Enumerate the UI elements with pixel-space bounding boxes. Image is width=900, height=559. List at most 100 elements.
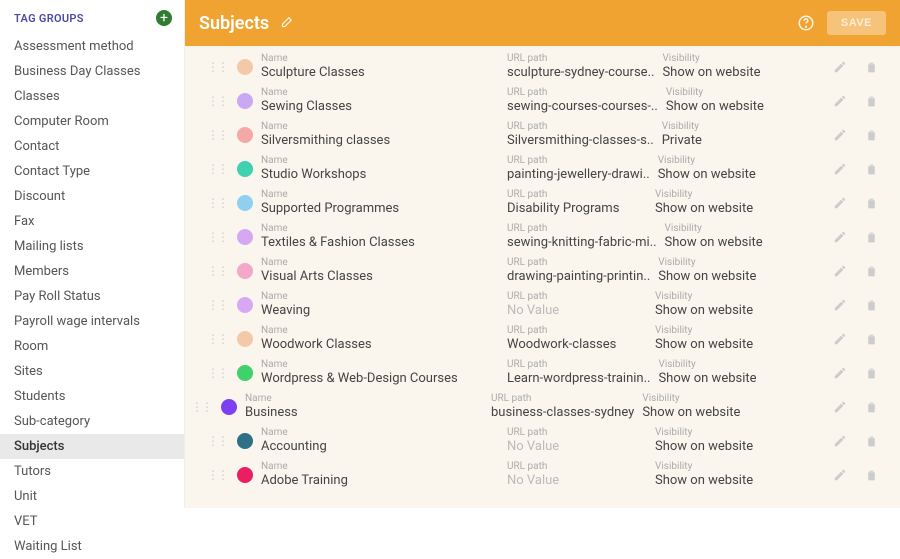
name-field[interactable]: NameSculpture Classes xyxy=(261,53,499,81)
name-field[interactable]: NameAccounting xyxy=(261,427,499,455)
drag-handle-icon[interactable] xyxy=(205,196,229,210)
delete-row-icon[interactable] xyxy=(865,196,878,210)
delete-row-icon[interactable] xyxy=(865,366,878,380)
visibility-field[interactable]: VisibilityShow on website xyxy=(658,359,778,387)
help-icon[interactable] xyxy=(797,14,815,32)
name-field[interactable]: NameWordpress & Web-Design Courses xyxy=(261,359,499,387)
sidebar-item[interactable]: Contact Type xyxy=(0,159,184,184)
delete-row-icon[interactable] xyxy=(865,434,878,448)
edit-row-icon[interactable] xyxy=(833,332,847,346)
visibility-field[interactable]: VisibilityShow on website xyxy=(655,325,775,353)
name-field[interactable]: NameAdobe Training xyxy=(261,461,499,489)
visibility-field[interactable]: VisibilityShow on website xyxy=(662,53,782,81)
drag-handle-icon[interactable] xyxy=(205,264,229,278)
sidebar-item[interactable]: Mailing lists xyxy=(0,234,184,259)
sidebar-item[interactable]: Discount xyxy=(0,184,184,209)
url-field[interactable]: URL pathsewing-knitting-fabric-mi.. xyxy=(507,223,657,251)
visibility-field[interactable]: VisibilityShow on website xyxy=(655,291,775,319)
drag-handle-icon[interactable] xyxy=(205,468,229,482)
edit-row-icon[interactable] xyxy=(833,128,847,142)
sidebar-item[interactable]: Business Day Classes xyxy=(0,59,184,84)
url-field[interactable]: URL pathsculpture-sydney-course.. xyxy=(507,53,654,81)
name-field[interactable]: NameSewing Classes xyxy=(261,87,499,115)
visibility-field[interactable]: VisibilityShow on website xyxy=(642,393,762,421)
sidebar-item[interactable]: Waiting List xyxy=(0,534,184,559)
name-field[interactable]: NameBusiness xyxy=(245,393,483,421)
visibility-field[interactable]: VisibilityShow on website xyxy=(655,461,775,489)
drag-handle-icon[interactable] xyxy=(189,400,213,414)
url-field[interactable]: URL pathbusiness-classes-sydney xyxy=(491,393,634,421)
url-field[interactable]: URL pathWoodwork-classes xyxy=(507,325,647,353)
sidebar-item[interactable]: Assessment method xyxy=(0,34,184,59)
sidebar-item[interactable]: Students xyxy=(0,384,184,409)
edit-row-icon[interactable] xyxy=(833,60,847,74)
drag-handle-icon[interactable] xyxy=(205,298,229,312)
drag-handle-icon[interactable] xyxy=(205,60,229,74)
delete-row-icon[interactable] xyxy=(865,60,878,74)
name-field[interactable]: NameStudio Workshops xyxy=(261,155,499,183)
url-field[interactable]: URL pathsewing-courses-courses-.. xyxy=(507,87,658,115)
sidebar-item[interactable]: Computer Room xyxy=(0,109,184,134)
edit-title-icon[interactable] xyxy=(279,16,293,30)
name-field[interactable]: NameVisual Arts Classes xyxy=(261,257,499,285)
delete-row-icon[interactable] xyxy=(865,94,878,108)
sidebar-item[interactable]: Room xyxy=(0,334,184,359)
delete-row-icon[interactable] xyxy=(865,264,878,278)
url-field[interactable]: URL pathSilversmithing-classes-s.. xyxy=(507,121,654,149)
delete-row-icon[interactable] xyxy=(865,468,878,482)
visibility-field[interactable]: VisibilityShow on website xyxy=(658,155,778,183)
edit-row-icon[interactable] xyxy=(833,264,847,278)
drag-handle-icon[interactable] xyxy=(205,94,229,108)
sidebar-item[interactable]: Payroll wage intervals xyxy=(0,309,184,334)
visibility-field[interactable]: VisibilityShow on website xyxy=(655,189,775,217)
drag-handle-icon[interactable] xyxy=(205,434,229,448)
delete-row-icon[interactable] xyxy=(865,400,878,414)
delete-row-icon[interactable] xyxy=(865,128,878,142)
url-field[interactable]: URL pathLearn-wordpress-trainin.. xyxy=(507,359,650,387)
visibility-field[interactable]: VisibilityShow on website xyxy=(665,223,785,251)
name-field[interactable]: NameTextiles & Fashion Classes xyxy=(261,223,499,251)
sidebar-item[interactable]: Pay Roll Status xyxy=(0,284,184,309)
url-field[interactable]: URL pathNo Value xyxy=(507,461,647,489)
sidebar-item[interactable]: Sites xyxy=(0,359,184,384)
delete-row-icon[interactable] xyxy=(865,332,878,346)
delete-row-icon[interactable] xyxy=(865,162,878,176)
visibility-field[interactable]: VisibilityShow on website xyxy=(658,257,778,285)
add-tag-group-button[interactable]: + xyxy=(156,10,172,26)
sidebar-item[interactable]: VET xyxy=(0,509,184,534)
sidebar-item[interactable]: Unit xyxy=(0,484,184,509)
name-field[interactable]: NameWeaving xyxy=(261,291,499,319)
save-button[interactable]: SAVE xyxy=(827,11,886,35)
sidebar-item[interactable]: Classes xyxy=(0,84,184,109)
sidebar-item[interactable]: Sub-category xyxy=(0,409,184,434)
drag-handle-icon[interactable] xyxy=(205,128,229,142)
edit-row-icon[interactable] xyxy=(833,366,847,380)
edit-row-icon[interactable] xyxy=(833,468,847,482)
drag-handle-icon[interactable] xyxy=(205,366,229,380)
sidebar-item[interactable]: Contact xyxy=(0,134,184,159)
edit-row-icon[interactable] xyxy=(833,94,847,108)
url-field[interactable]: URL pathdrawing-painting-printin.. xyxy=(507,257,650,285)
name-field[interactable]: NameSupported Programmes xyxy=(261,189,499,217)
visibility-field[interactable]: VisibilityPrivate xyxy=(662,121,782,149)
sidebar-item[interactable]: Subjects xyxy=(0,434,184,459)
sidebar-item[interactable]: Tutors xyxy=(0,459,184,484)
edit-row-icon[interactable] xyxy=(833,434,847,448)
drag-handle-icon[interactable] xyxy=(205,332,229,346)
edit-row-icon[interactable] xyxy=(833,400,847,414)
edit-row-icon[interactable] xyxy=(833,230,847,244)
delete-row-icon[interactable] xyxy=(865,230,878,244)
edit-row-icon[interactable] xyxy=(833,162,847,176)
visibility-field[interactable]: VisibilityShow on website xyxy=(655,427,775,455)
drag-handle-icon[interactable] xyxy=(205,162,229,176)
url-field[interactable]: URL pathDisability Programs xyxy=(507,189,647,217)
edit-row-icon[interactable] xyxy=(833,298,847,312)
url-field[interactable]: URL pathNo Value xyxy=(507,427,647,455)
name-field[interactable]: NameSilversmithing classes xyxy=(261,121,499,149)
url-field[interactable]: URL pathpainting-jewellery-drawi.. xyxy=(507,155,650,183)
name-field[interactable]: NameWoodwork Classes xyxy=(261,325,499,353)
sidebar-item[interactable]: Members xyxy=(0,259,184,284)
visibility-field[interactable]: VisibilityShow on website xyxy=(666,87,786,115)
sidebar-item[interactable]: Fax xyxy=(0,209,184,234)
edit-row-icon[interactable] xyxy=(833,196,847,210)
